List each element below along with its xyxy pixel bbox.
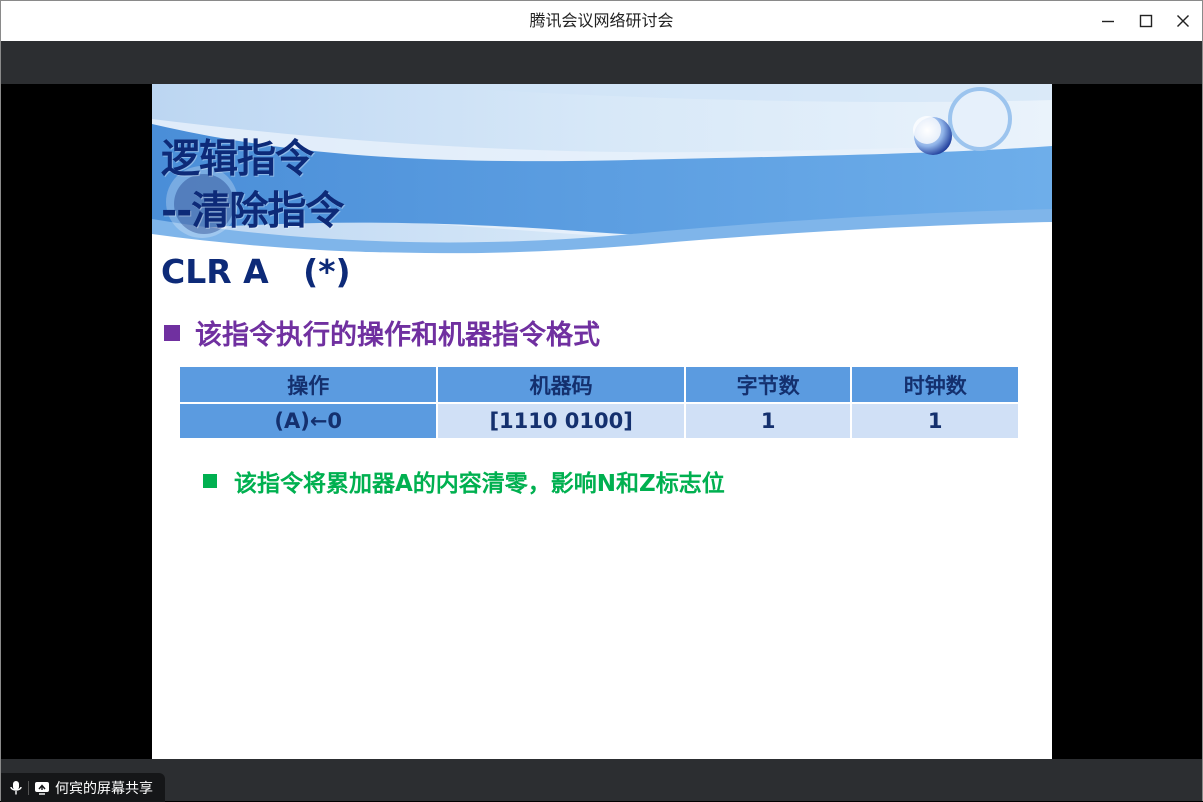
close-icon [1177,15,1189,27]
maximize-icon [1139,14,1153,28]
table-header-cell: 机器码 [436,365,686,404]
slide-heading-line2: --清除指令 [161,189,344,234]
share-separator [28,780,29,795]
close-button[interactable] [1168,6,1198,36]
microphone-icon[interactable] [9,780,23,796]
minimize-button[interactable] [1093,6,1123,36]
bullet-operation-format: 该指令执行的操作和机器指令格式 [164,313,600,352]
screen-share-label: 何宾的屏幕共享 [55,780,153,797]
bullet-effect-description-text: 该指令将累加器A的内容清零，影响N和Z标志位 [234,471,725,497]
table-header-cell: 时钟数 [850,365,1020,404]
bottom-toolbar-strip [1,759,1202,801]
app-window: 腾讯会议网络研讨会 逻辑指令 --清除指令 CLR A (*) 该指令执行的操作… [0,0,1203,802]
square-bullet-icon [203,474,217,488]
bullet-operation-format-text: 该指令执行的操作和机器指令格式 [195,320,600,351]
title-bar[interactable]: 腾讯会议网络研讨会 [1,1,1202,41]
table-header-row: 操作 机器码 字节数 时钟数 [177,365,1020,404]
square-bullet-icon [164,324,180,341]
top-toolbar-strip [1,41,1202,84]
table-header-cell: 操作 [177,365,439,404]
instruction-format-table: 操作 机器码 字节数 时钟数 (A)←0 [1110 0100] 1 1 [177,365,1020,440]
shared-slide: 逻辑指令 --清除指令 CLR A (*) 该指令执行的操作和机器指令格式 操作… [152,84,1052,759]
instruction-mnemonic: CLR A (*) [161,252,351,291]
table-cell: [1110 0100] [436,402,686,440]
screen-share-indicator[interactable]: 何宾的屏幕共享 [1,773,165,802]
screen-share-icon [35,781,49,795]
maximize-button[interactable] [1131,6,1161,36]
table-cell: (A)←0 [177,402,439,440]
table-row: (A)←0 [1110 0100] 1 1 [177,402,1020,440]
minimize-icon [1102,20,1114,23]
table-cell: 1 [850,402,1020,440]
slide-heading-line1: 逻辑指令 [161,137,314,182]
table-cell: 1 [683,402,853,440]
window-title: 腾讯会议网络研讨会 [529,11,674,30]
table-header-cell: 字节数 [683,365,853,404]
bullet-effect-description: 该指令将累加器A的内容清零，影响N和Z标志位 [203,464,725,498]
